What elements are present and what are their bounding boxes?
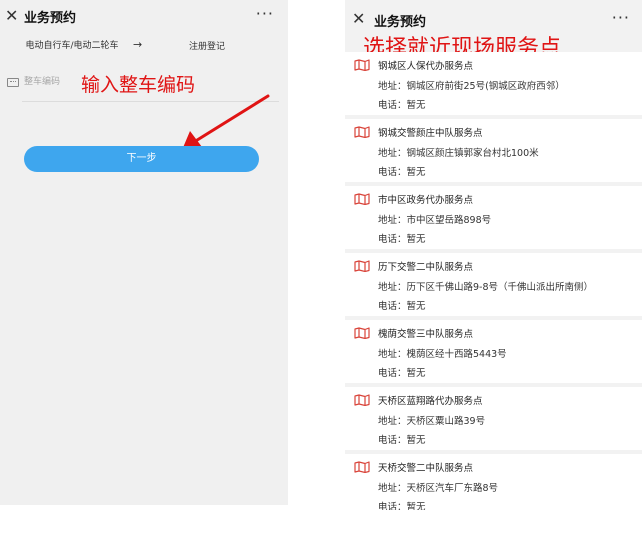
service-point-address: 地址：槐荫区经十西路5443号	[378, 349, 507, 360]
service-point-phone: 电话：暂无	[378, 100, 426, 111]
service-point-name: 市中区政务代办服务点	[378, 195, 474, 206]
service-point-phone: 电话：暂无	[378, 167, 426, 178]
service-point-card[interactable]: 钢城交警颜庄中队服务点 地址：钢城区颜庄镇郭家台村北100米 电话：暂无	[345, 119, 642, 182]
map-icon	[354, 193, 370, 205]
service-point-address: 地址：历下区千佛山路9-8号（千佛山派出所南侧）	[378, 282, 594, 293]
service-point-phone: 电话：暂无	[378, 502, 426, 510]
left-nav-bar: ✕ 业务预约 ···	[0, 0, 288, 34]
step-next: 注册登记	[189, 42, 226, 52]
step-current: 电动自行车/电动二轮车	[25, 41, 119, 51]
map-icon	[354, 260, 370, 272]
service-point-name: 槐荫交警三中队服务点	[378, 329, 474, 340]
service-point-name: 天桥交警二中队服务点	[378, 463, 474, 474]
close-icon[interactable]: ✕	[5, 5, 18, 27]
map-icon	[354, 59, 370, 71]
more-icon[interactable]: ···	[256, 4, 274, 23]
map-icon	[354, 461, 370, 473]
service-point-card[interactable]: 市中区政务代办服务点 地址：市中区望岳路898号 电话：暂无	[345, 186, 642, 249]
keyboard-icon	[7, 78, 19, 87]
service-point-name: 钢城交警颜庄中队服务点	[378, 128, 483, 139]
vin-input[interactable]	[24, 75, 84, 89]
service-point-address: 地址：钢城区府前街25号(钢城区政府西邻）	[378, 81, 565, 92]
service-point-card[interactable]: 槐荫交警三中队服务点 地址：槐荫区经十西路5443号 电话：暂无	[345, 320, 642, 383]
service-point-card[interactable]: 钢城区人保代办服务点 地址：钢城区府前街25号(钢城区政府西邻） 电话：暂无	[345, 52, 642, 115]
map-icon	[354, 327, 370, 339]
service-point-card[interactable]: 历下交警二中队服务点 地址：历下区千佛山路9-8号（千佛山派出所南侧） 电话：暂…	[345, 253, 642, 316]
page-title: 业务预约	[374, 15, 427, 30]
service-point-name: 天桥区蓝翔路代办服务点	[378, 396, 483, 407]
service-point-phone: 电话：暂无	[378, 301, 426, 312]
service-point-phone: 电话：暂无	[378, 234, 426, 245]
service-point-address: 地址：天桥区汽车厂东路8号	[378, 483, 499, 494]
service-point-address: 地址：钢城区颜庄镇郭家台村北100米	[378, 148, 539, 159]
service-point-address: 地址：天桥区粟山路39号	[378, 416, 486, 427]
page-title: 业务预约	[24, 11, 77, 26]
close-icon[interactable]: ✕	[352, 8, 365, 30]
right-phone-screen: ✕ 业务预约 ··· 选择就近现场服务点 钢城区人保代办服务点 地址：钢城区府前…	[345, 0, 642, 510]
more-icon[interactable]: ···	[612, 8, 630, 27]
service-point-name: 钢城区人保代办服务点	[378, 61, 474, 72]
service-point-card[interactable]: 天桥交警二中队服务点 地址：天桥区汽车厂东路8号 电话：暂无	[345, 454, 642, 510]
next-step-button[interactable]: 下一步	[24, 146, 259, 172]
service-point-address: 地址：市中区望岳路898号	[378, 215, 492, 226]
service-point-phone: 电话：暂无	[378, 368, 426, 379]
service-point-card[interactable]: 天桥区蓝翔路代办服务点 地址：天桥区粟山路39号 电话：暂无	[345, 387, 642, 450]
service-point-phone: 电话：暂无	[378, 435, 426, 446]
map-icon	[354, 126, 370, 138]
service-point-name: 历下交警二中队服务点	[378, 262, 474, 273]
step-arrow-icon: →	[133, 38, 143, 51]
left-phone-screen: ✕ 业务预约 ··· 电动自行车/电动二轮车 → 注册登记 输入整车编码 下一步	[0, 0, 288, 505]
map-icon	[354, 394, 370, 406]
